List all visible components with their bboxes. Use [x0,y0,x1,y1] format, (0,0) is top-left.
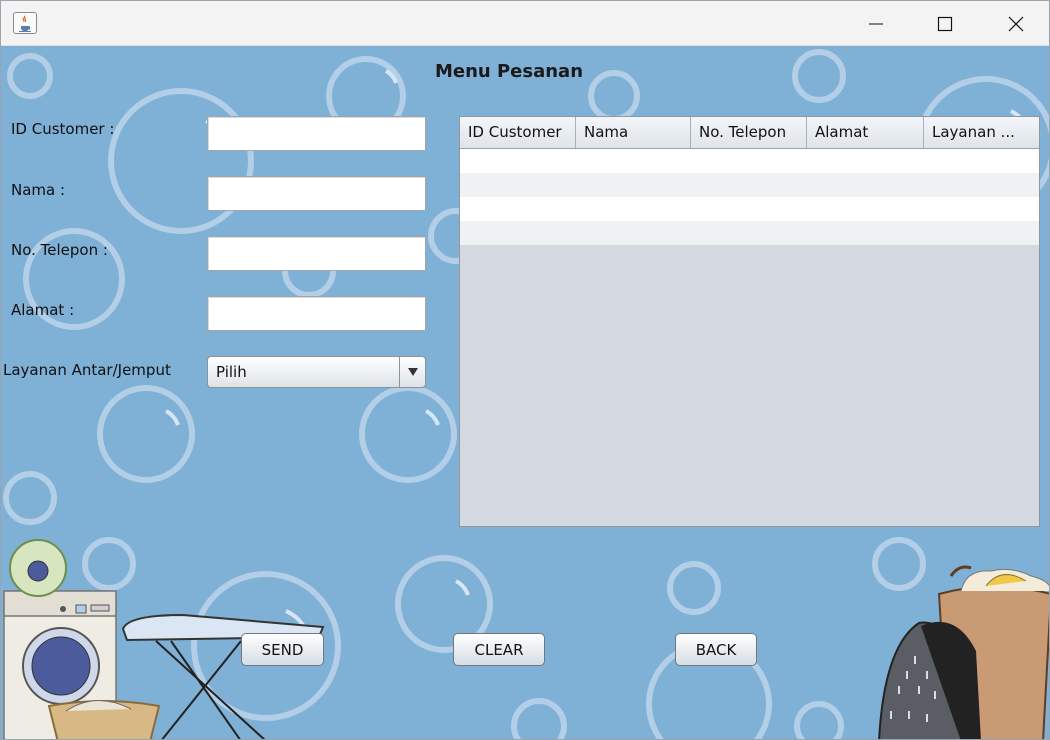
column-header-layanan[interactable]: Layanan ... [924,117,1039,148]
orders-table[interactable]: ID Customer Nama No. Telepon Alamat Laya… [459,116,1040,527]
alamat-label: Alamat : [11,301,75,319]
java-coffee-icon [13,12,37,34]
clear-button[interactable]: CLEAR [453,633,545,666]
telepon-input[interactable] [207,236,426,271]
laundry-basket-illustration [47,700,161,739]
send-button[interactable]: SEND [241,633,324,666]
column-header-alamat[interactable]: Alamat [807,117,924,148]
minimize-button[interactable] [841,1,911,46]
minimize-icon [869,23,883,24]
id-customer-input[interactable] [207,116,426,151]
id-customer-label: ID Customer : [11,120,115,138]
chevron-down-icon[interactable] [399,357,425,387]
column-header-nama[interactable]: Nama [576,117,691,148]
column-header-telepon[interactable]: No. Telepon [691,117,807,148]
table-row[interactable] [460,149,1039,173]
title-bar [1,1,1049,46]
table-header: ID Customer Nama No. Telepon Alamat Laya… [460,117,1039,149]
back-button[interactable]: BACK [675,633,757,666]
table-row[interactable] [460,197,1039,221]
table-body [460,149,1039,245]
maximize-icon [937,16,953,31]
table-row[interactable] [460,221,1039,245]
layanan-select-value: Pilih [216,363,247,381]
nama-input[interactable] [207,176,426,211]
nama-label: Nama : [11,181,66,199]
table-row[interactable] [460,173,1039,197]
content-panel: Menu Pesanan ID Customer : Nama : No. Te… [1,46,1049,739]
maximize-button[interactable] [910,1,980,46]
page-title: Menu Pesanan [434,61,584,82]
app-window: Menu Pesanan ID Customer : Nama : No. Te… [0,0,1050,740]
iron-illustration [878,621,981,739]
column-header-id-customer[interactable]: ID Customer [460,117,576,148]
close-icon [1008,16,1024,31]
telepon-label: No. Telepon : [11,241,108,259]
close-button[interactable] [981,1,1049,46]
layanan-label: Layanan Antar/Jemput [3,361,171,379]
alamat-input[interactable] [207,296,426,331]
layanan-select[interactable]: Pilih [207,356,426,388]
